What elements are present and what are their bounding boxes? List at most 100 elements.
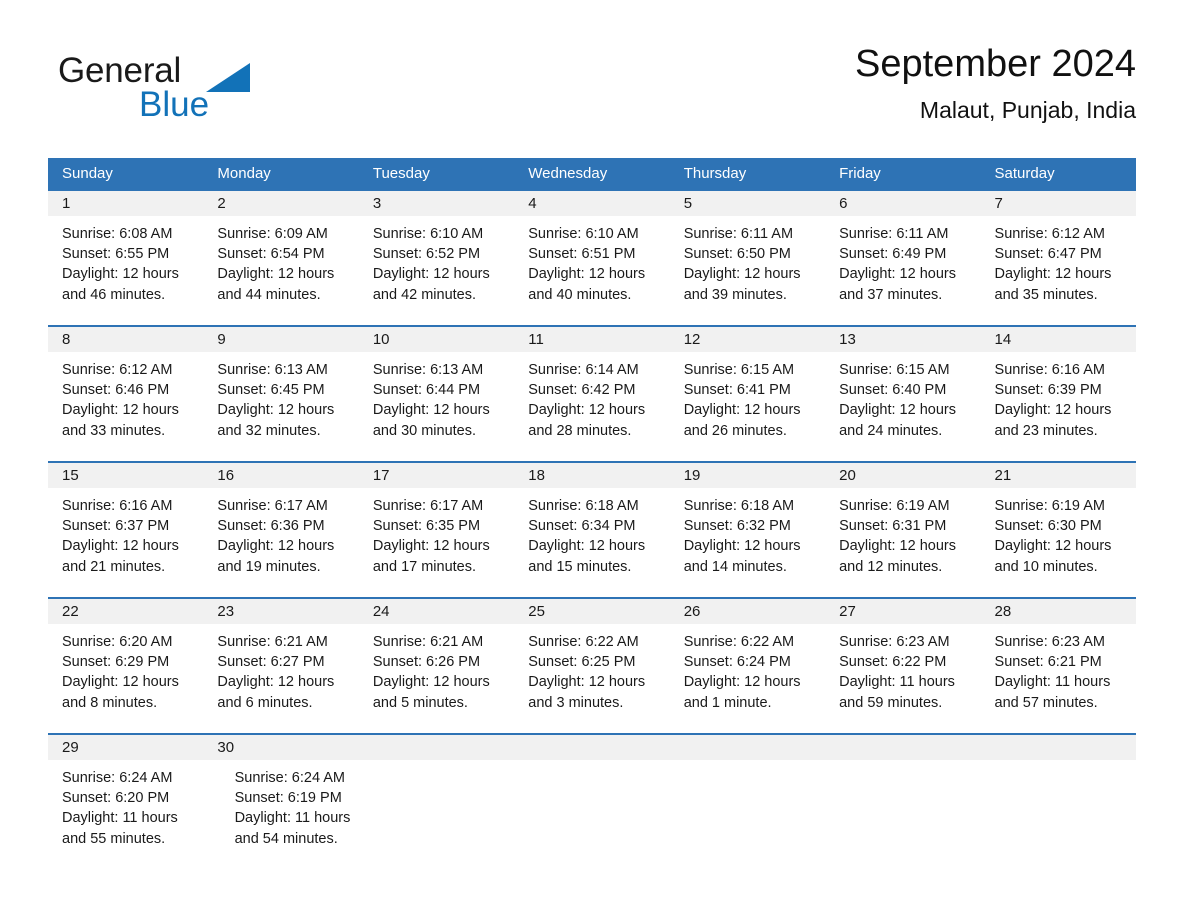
day-number[interactable]: 25	[514, 599, 669, 624]
day-number[interactable]: 22	[48, 599, 203, 624]
day-cell-empty	[839, 760, 988, 869]
day-cell[interactable]: Sunrise: 6:10 AM Sunset: 6:51 PM Dayligh…	[514, 216, 669, 325]
weekday-friday: Friday	[839, 165, 881, 182]
day-cell[interactable]: Sunrise: 6:23 AM Sunset: 6:22 PM Dayligh…	[825, 624, 980, 733]
day-cell[interactable]: Sunrise: 6:21 AM Sunset: 6:27 PM Dayligh…	[203, 624, 358, 733]
day-cell[interactable]: Sunrise: 6:10 AM Sunset: 6:52 PM Dayligh…	[359, 216, 514, 325]
sunrise-text: Sunrise: 6:18 AM	[683, 498, 795, 514]
daylight-text-line2: and 28 minutes.	[528, 422, 632, 439]
day-number[interactable]: 24	[359, 599, 514, 624]
brand-name-blue: Blue	[139, 85, 210, 124]
daylight-text-line1: Daylight: 11 hours	[839, 674, 955, 691]
day-cell[interactable]: Sunrise: 6:14 AM Sunset: 6:42 PM Dayligh…	[514, 352, 669, 461]
day-cell[interactable]: Sunrise: 6:17 AM Sunset: 6:36 PM Dayligh…	[203, 488, 358, 597]
sunrise-text: Sunrise: 6:23 AM	[994, 634, 1105, 650]
day-cell-empty	[393, 760, 542, 869]
sunrise-text: Sunrise: 6:11 AM	[839, 226, 949, 242]
day-cell[interactable]: Sunrise: 6:13 AM Sunset: 6:45 PM Dayligh…	[203, 352, 358, 461]
daylight-text-line2: and 42 minutes.	[372, 286, 477, 303]
sunset-text: Sunset: 6:26 PM	[372, 654, 481, 671]
day-cell[interactable]: Sunrise: 6:22 AM Sunset: 6:24 PM Dayligh…	[670, 624, 825, 733]
day-number[interactable]: 11	[514, 327, 669, 352]
daylight-text-line1: Daylight: 12 hours	[217, 538, 335, 555]
day-cell[interactable]: Sunrise: 6:18 AM Sunset: 6:32 PM Dayligh…	[670, 488, 825, 597]
day-number[interactable]: 17	[359, 463, 514, 488]
day-cell[interactable]: Sunrise: 6:21 AM Sunset: 6:26 PM Dayligh…	[359, 624, 514, 733]
sunset-text: Sunset: 6:36 PM	[217, 518, 325, 535]
sunset-text: Sunset: 6:54 PM	[217, 246, 325, 263]
day-number[interactable]: 8	[48, 327, 203, 352]
weekday-saturday: Saturday	[994, 165, 1055, 182]
daylight-text-line1: Daylight: 12 hours	[683, 266, 801, 283]
day-cell[interactable]: Sunrise: 6:24 AM Sunset: 6:20 PM Dayligh…	[48, 760, 221, 869]
day-number[interactable]: 23	[203, 599, 358, 624]
sunrise-text: Sunrise: 6:15 AM	[683, 362, 795, 378]
day-number[interactable]: 1	[48, 191, 203, 216]
day-number[interactable]: 16	[203, 463, 358, 488]
day-number[interactable]: 21	[981, 463, 1136, 488]
sunset-text: Sunset: 6:29 PM	[62, 654, 170, 671]
day-number[interactable]: 9	[203, 327, 358, 352]
calendar-week-row: 22 23 24 25 26 27 28 Sunrise: 6:20 AM Su…	[48, 597, 1136, 733]
sunset-text: Sunset: 6:27 PM	[217, 654, 325, 671]
day-cell[interactable]: Sunrise: 6:16 AM Sunset: 6:39 PM Dayligh…	[981, 352, 1136, 461]
day-cell[interactable]: Sunrise: 6:19 AM Sunset: 6:31 PM Dayligh…	[825, 488, 980, 597]
day-number[interactable]: 2	[203, 191, 358, 216]
day-number[interactable]: 19	[670, 463, 825, 488]
daylight-text-line1: Daylight: 12 hours	[62, 538, 179, 555]
day-number[interactable]: 7	[981, 191, 1136, 216]
day-cell[interactable]: Sunrise: 6:16 AM Sunset: 6:37 PM Dayligh…	[48, 488, 203, 597]
day-number[interactable]: 13	[825, 327, 980, 352]
generalblue-logo[interactable]: General Blue	[58, 52, 318, 138]
day-number[interactable]: 6	[825, 191, 980, 216]
day-number[interactable]: 28	[981, 599, 1136, 624]
day-cell[interactable]: Sunrise: 6:15 AM Sunset: 6:40 PM Dayligh…	[825, 352, 980, 461]
day-cell[interactable]: Sunrise: 6:11 AM Sunset: 6:50 PM Dayligh…	[670, 216, 825, 325]
day-number[interactable]: 10	[359, 327, 514, 352]
day-number[interactable]: 26	[670, 599, 825, 624]
daylight-text-line1: Daylight: 12 hours	[683, 402, 801, 419]
daylight-text-line1: Daylight: 12 hours	[62, 402, 179, 419]
day-number[interactable]: 20	[825, 463, 980, 488]
day-number[interactable]: 12	[670, 327, 825, 352]
daylight-text-line1: Daylight: 12 hours	[372, 674, 490, 691]
weekday-monday: Monday	[217, 165, 271, 182]
day-number[interactable]: 27	[825, 599, 980, 624]
day-cell[interactable]: Sunrise: 6:24 AM Sunset: 6:19 PM Dayligh…	[221, 760, 394, 869]
day-number[interactable]: 29	[48, 735, 203, 760]
day-cell[interactable]: Sunrise: 6:13 AM Sunset: 6:44 PM Dayligh…	[359, 352, 514, 461]
day-cell[interactable]: Sunrise: 6:09 AM Sunset: 6:54 PM Dayligh…	[203, 216, 358, 325]
daylight-text-line1: Daylight: 12 hours	[839, 266, 956, 283]
day-cell[interactable]: Sunrise: 6:18 AM Sunset: 6:34 PM Dayligh…	[514, 488, 669, 597]
day-number[interactable]: 30	[203, 735, 358, 760]
day-cell[interactable]: Sunrise: 6:12 AM Sunset: 6:46 PM Dayligh…	[48, 352, 203, 461]
day-number[interactable]: 3	[359, 191, 514, 216]
day-cell[interactable]: Sunrise: 6:08 AM Sunset: 6:55 PM Dayligh…	[48, 216, 203, 325]
page-subtitle: Malaut, Punjab, India	[919, 97, 1136, 123]
sunset-text: Sunset: 6:55 PM	[62, 246, 170, 263]
daylight-text-line1: Daylight: 12 hours	[217, 402, 335, 419]
day-cell[interactable]: Sunrise: 6:20 AM Sunset: 6:29 PM Dayligh…	[48, 624, 203, 733]
sunrise-text: Sunrise: 6:22 AM	[683, 634, 795, 650]
sunset-text: Sunset: 6:52 PM	[372, 246, 481, 263]
sunrise-text: Sunrise: 6:12 AM	[62, 362, 173, 378]
day-cell[interactable]: Sunrise: 6:23 AM Sunset: 6:21 PM Dayligh…	[981, 624, 1136, 733]
day-cell[interactable]: Sunrise: 6:19 AM Sunset: 6:30 PM Dayligh…	[981, 488, 1136, 597]
day-cell[interactable]: Sunrise: 6:15 AM Sunset: 6:41 PM Dayligh…	[670, 352, 825, 461]
sunset-text: Sunset: 6:41 PM	[683, 382, 791, 399]
day-number[interactable]: 15	[48, 463, 203, 488]
daylight-text-line1: Daylight: 11 hours	[62, 810, 178, 827]
day-number-empty	[514, 735, 669, 760]
title-block: September 2024 Malaut, Punjab, India	[855, 40, 1136, 126]
sunrise-text: Sunrise: 6:20 AM	[62, 634, 173, 650]
day-number[interactable]: 18	[514, 463, 669, 488]
day-number[interactable]: 5	[670, 191, 825, 216]
day-cell[interactable]: Sunrise: 6:11 AM Sunset: 6:49 PM Dayligh…	[825, 216, 980, 325]
day-number[interactable]: 14	[981, 327, 1136, 352]
day-cell[interactable]: Sunrise: 6:12 AM Sunset: 6:47 PM Dayligh…	[981, 216, 1136, 325]
day-cell[interactable]: Sunrise: 6:22 AM Sunset: 6:25 PM Dayligh…	[514, 624, 669, 733]
day-number[interactable]: 4	[514, 191, 669, 216]
sunset-text: Sunset: 6:50 PM	[683, 246, 791, 263]
day-cell[interactable]: Sunrise: 6:17 AM Sunset: 6:35 PM Dayligh…	[359, 488, 514, 597]
sunrise-text: Sunrise: 6:24 AM	[234, 770, 345, 786]
